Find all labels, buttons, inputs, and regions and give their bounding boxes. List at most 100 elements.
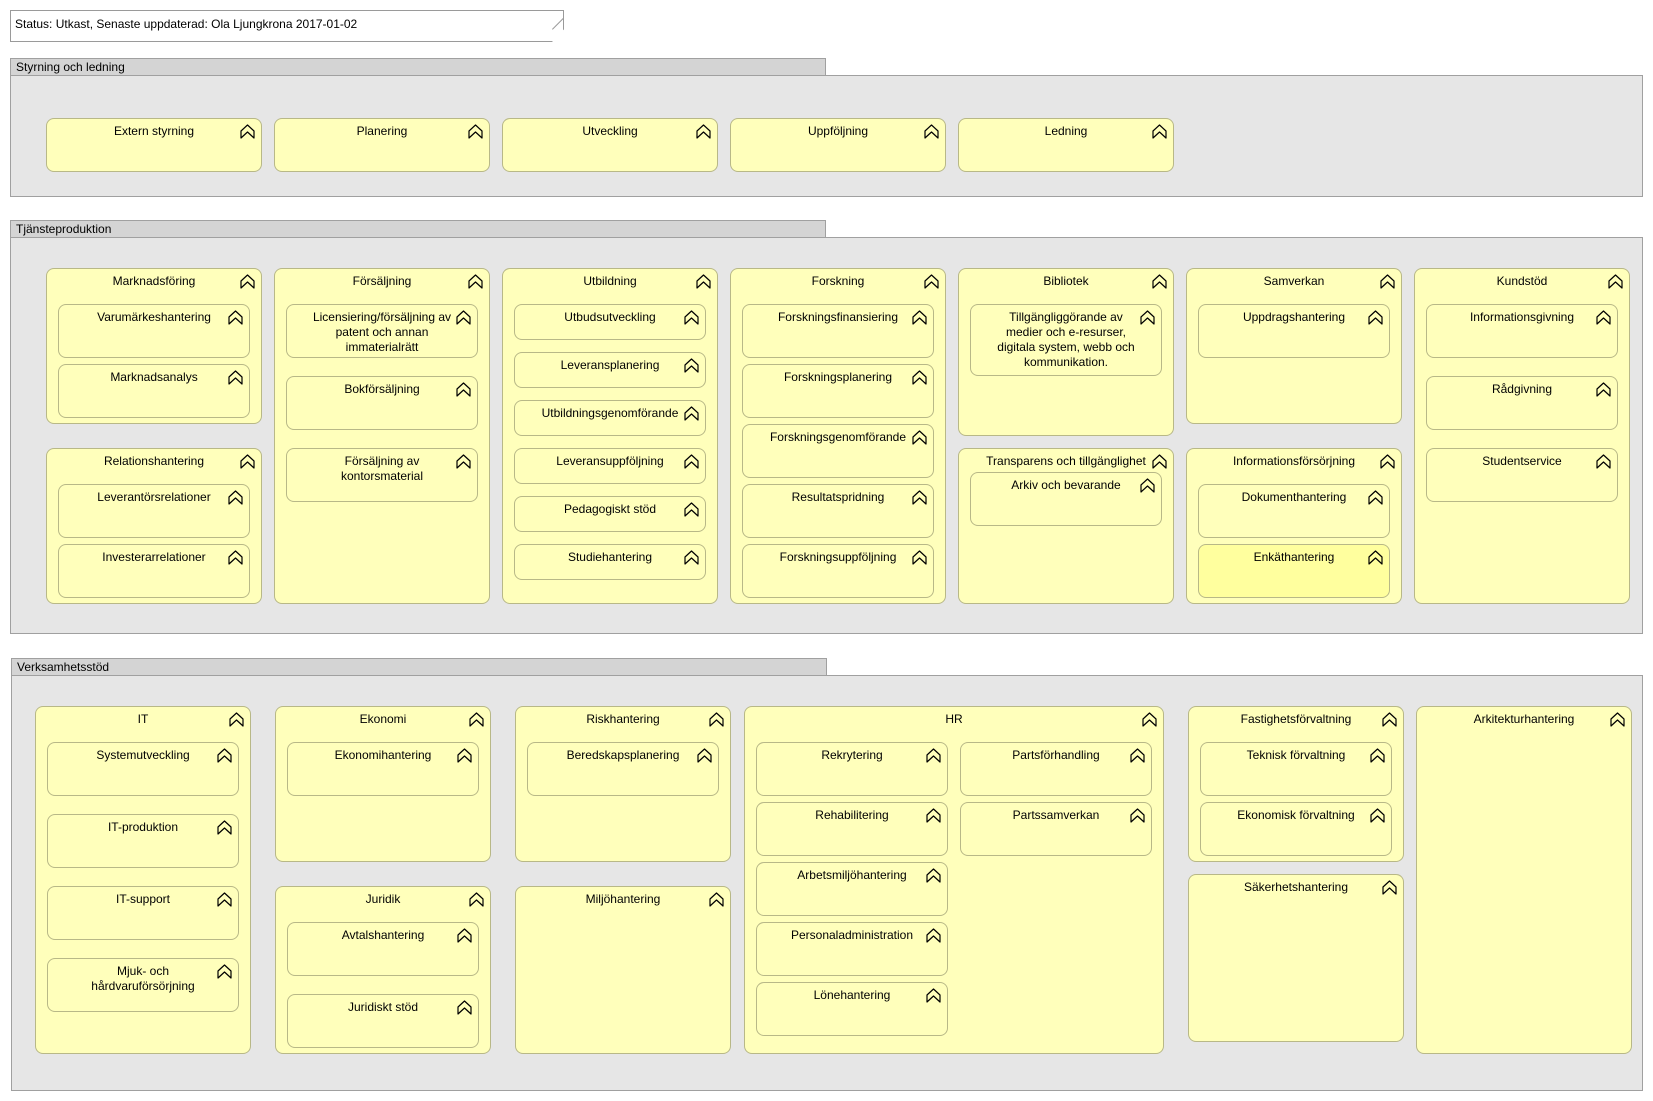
- capability-tillgangliggorande[interactable]: Tillgängliggörande av medier och e-resur…: [970, 304, 1162, 376]
- capability-arkiv-och-bevarande[interactable]: Arkiv och bevarande: [970, 472, 1162, 526]
- capability-chevron-icon: [240, 454, 255, 469]
- capability-label: Ledning: [1044, 124, 1088, 138]
- capability-informationsgivning[interactable]: Informationsgivning: [1426, 304, 1618, 358]
- capability-partsforhandling[interactable]: Partsförhandling: [960, 742, 1152, 796]
- capability-arkitekturhantering[interactable]: Arkitekturhantering: [1416, 706, 1632, 1054]
- capability-label: Juridik: [365, 892, 401, 906]
- capability-chevron-icon: [1142, 712, 1157, 727]
- capability-chevron-icon: [1380, 274, 1395, 289]
- capability-label: Arbetsmiljöhantering: [797, 868, 907, 882]
- capability-label: Riskhantering: [586, 712, 660, 726]
- capability-label: Investerarrelationer: [102, 550, 206, 564]
- capability-chevron-icon: [696, 124, 711, 139]
- capability-utbildningsgenomforande[interactable]: Utbildningsgenomförande: [514, 400, 706, 436]
- capability-teknisk-forvaltning[interactable]: Teknisk förvaltning: [1200, 742, 1392, 796]
- capability-it-support[interactable]: IT-support: [47, 886, 239, 940]
- capability-label: Säkerhetshantering: [1243, 880, 1349, 894]
- capability-label: Studentservice: [1482, 454, 1562, 468]
- capability-label: Arkiv och bevarande: [1011, 478, 1121, 492]
- capability-utveckling[interactable]: Utveckling: [502, 118, 718, 172]
- capability-arbetsmiljohantering[interactable]: Arbetsmiljöhantering: [756, 862, 948, 916]
- capability-marknadsanalys[interactable]: Marknadsanalys: [58, 364, 250, 418]
- capability-resultatspridning[interactable]: Resultatspridning: [742, 484, 934, 538]
- capability-chevron-icon: [1130, 808, 1145, 823]
- capability-planering[interactable]: Planering: [274, 118, 490, 172]
- capability-label: Marknadsföring: [112, 274, 196, 288]
- capability-label: Bokförsäljning: [344, 382, 420, 396]
- capability-label: Extern styrning: [113, 124, 195, 138]
- capability-leveransplanering[interactable]: Leveransplanering: [514, 352, 706, 388]
- capability-it-produktion[interactable]: IT-produktion: [47, 814, 239, 868]
- capability-label: Utveckling: [582, 124, 638, 138]
- capability-chevron-icon: [217, 964, 232, 979]
- capability-sakerhetshantering[interactable]: Säkerhetshantering: [1188, 874, 1404, 1042]
- capability-pedagogiskt-stod[interactable]: Pedagogiskt stöd: [514, 496, 706, 532]
- capability-bokforsaljning[interactable]: Bokförsäljning: [286, 376, 478, 430]
- capability-forskningsfinansiering[interactable]: Forskningsfinansiering: [742, 304, 934, 358]
- capability-leveransuppfoljning[interactable]: Leveransuppföljning: [514, 448, 706, 484]
- capability-forskningsuppfoljning[interactable]: Forskningsuppföljning: [742, 544, 934, 598]
- capability-licensiering[interactable]: Licensiering/försäljning av patent och a…: [286, 304, 478, 358]
- capability-forsaljning-kontorsmaterial[interactable]: Försäljning av kontorsmaterial: [286, 448, 478, 502]
- capability-studentservice[interactable]: Studentservice: [1426, 448, 1618, 502]
- capability-varumarkeshantering[interactable]: Varumärkeshantering: [58, 304, 250, 358]
- capability-chevron-icon: [926, 808, 941, 823]
- capability-label: Resultatspridning: [791, 490, 885, 504]
- capability-partssamverkan[interactable]: Partssamverkan: [960, 802, 1152, 856]
- capability-chevron-icon: [228, 370, 243, 385]
- capability-chevron-icon: [684, 358, 699, 373]
- capability-label: Tillgängliggörande av medier och e-resur…: [997, 310, 1135, 369]
- capability-chevron-icon: [240, 124, 255, 139]
- capability-miljohantering[interactable]: Miljöhantering: [515, 886, 731, 1054]
- capability-uppfoljning[interactable]: Uppföljning: [730, 118, 946, 172]
- capability-chevron-icon: [684, 502, 699, 517]
- capability-chevron-icon: [469, 892, 484, 907]
- capability-forskningsplanering[interactable]: Forskningsplanering: [742, 364, 934, 418]
- capability-label: Juridiskt stöd: [347, 1000, 419, 1014]
- capability-rekrytering[interactable]: Rekrytering: [756, 742, 948, 796]
- capability-label: Transparens och tillgänglighet: [986, 454, 1146, 468]
- capability-chevron-icon: [709, 712, 724, 727]
- capability-label: Studiehantering: [567, 550, 653, 564]
- group-tab-verksamhetsstod[interactable]: Verksamhetsstöd: [11, 658, 827, 675]
- capability-chevron-icon: [469, 712, 484, 727]
- capability-investerarrelationer[interactable]: Investerarrelationer: [58, 544, 250, 598]
- capability-chevron-icon: [684, 406, 699, 421]
- capability-utbudsutveckling[interactable]: Utbudsutveckling: [514, 304, 706, 340]
- capability-chevron-icon: [1610, 712, 1625, 727]
- capability-chevron-icon: [684, 454, 699, 469]
- capability-label: Partsförhandling: [1012, 748, 1100, 762]
- capability-label: Försäljning: [352, 274, 412, 288]
- capability-radgivning[interactable]: Rådgivning: [1426, 376, 1618, 430]
- capability-label: Ekonomihantering: [334, 748, 432, 762]
- capability-chevron-icon: [229, 712, 244, 727]
- capability-mjuk-och-hardvaruforsorjning[interactable]: Mjuk- och hårdvaruförsörjning: [47, 958, 239, 1012]
- capability-chevron-icon: [684, 310, 699, 325]
- capability-label: Avtalshantering: [341, 928, 425, 942]
- capability-personaladministration[interactable]: Personaladministration: [756, 922, 948, 976]
- capability-label: Samverkan: [1263, 274, 1325, 288]
- capability-ekonomisk-forvaltning[interactable]: Ekonomisk förvaltning: [1200, 802, 1392, 856]
- capability-forskningsgenomforande[interactable]: Forskningsgenomförande: [742, 424, 934, 478]
- group-tab-tjansteproduktion[interactable]: Tjänsteproduktion: [10, 220, 826, 237]
- capability-ledning[interactable]: Ledning: [958, 118, 1174, 172]
- capability-lonehantering[interactable]: Lönehantering: [756, 982, 948, 1036]
- capability-beredskapsplanering[interactable]: Beredskapsplanering: [527, 742, 719, 796]
- capability-ekonomihantering[interactable]: Ekonomihantering: [287, 742, 479, 796]
- capability-chevron-icon: [1382, 880, 1397, 895]
- capability-systemutveckling[interactable]: Systemutveckling: [47, 742, 239, 796]
- capability-avtalshantering[interactable]: Avtalshantering: [287, 922, 479, 976]
- status-note: Status: Utkast, Senaste uppdaterad: Ola …: [10, 10, 564, 42]
- capability-rehabilitering[interactable]: Rehabilitering: [756, 802, 948, 856]
- capability-extern-styrning[interactable]: Extern styrning: [46, 118, 262, 172]
- capability-chevron-icon: [1152, 124, 1167, 139]
- capability-leverantorsrelationer[interactable]: Leverantörsrelationer: [58, 484, 250, 538]
- capability-enkathantering[interactable]: Enkäthantering: [1198, 544, 1390, 598]
- capability-juridiskt-stod[interactable]: Juridiskt stöd: [287, 994, 479, 1048]
- capability-label: Utbildning: [583, 274, 637, 288]
- group-tab-styrning[interactable]: Styrning och ledning: [10, 58, 826, 75]
- capability-studiehantering[interactable]: Studiehantering: [514, 544, 706, 580]
- capability-uppdragshantering[interactable]: Uppdragshantering: [1198, 304, 1390, 358]
- capability-dokumenthantering[interactable]: Dokumenthantering: [1198, 484, 1390, 538]
- capability-chevron-icon: [457, 928, 472, 943]
